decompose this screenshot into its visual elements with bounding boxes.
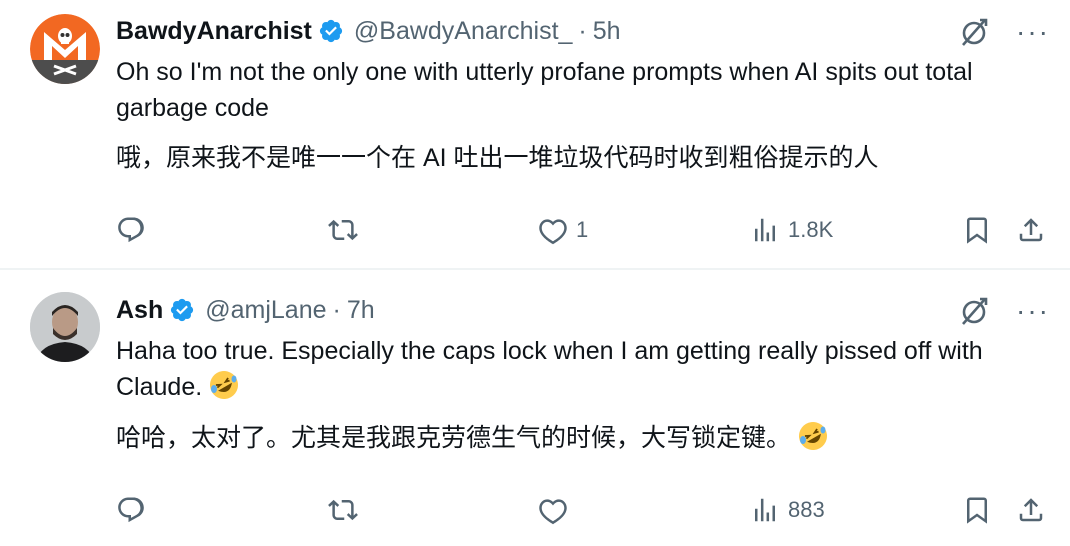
tweet-text: Oh so I'm not the only one with utterly … [116, 58, 973, 122]
retweet-button[interactable] [328, 210, 366, 250]
tweet-text-body: Haha too true. Especially the caps lock … [116, 337, 983, 401]
grok-icon[interactable] [958, 295, 990, 327]
handle[interactable]: @BawdyAnarchist_ [354, 17, 573, 46]
rolling-on-floor-laughing-emoji-icon [208, 369, 240, 401]
timestamp[interactable]: 5h [593, 17, 621, 46]
like-icon [539, 499, 567, 525]
reply-button[interactable] [116, 490, 154, 530]
like-icon [539, 219, 567, 245]
separator: · [332, 295, 341, 324]
tweet-header: Ash @amjLane · 7h [116, 293, 375, 327]
bookmark-button[interactable] [962, 210, 992, 250]
view-count: 883 [788, 497, 825, 522]
share-button[interactable] [1016, 490, 1046, 530]
views-icon [755, 498, 775, 522]
tweet-translation: 哈哈，太对了。尤其是我跟克劳德生气的时候，大写锁定键。 [116, 420, 1036, 456]
bookmark-icon [967, 217, 987, 244]
bookmark-button[interactable] [962, 490, 992, 530]
verified-badge-icon [169, 297, 195, 323]
rolling-on-floor-laughing-emoji-icon [797, 420, 829, 452]
avatar[interactable] [30, 292, 100, 362]
tweet[interactable]: Ash @amjLane · 7h ··· Haha too true. Esp… [0, 270, 1070, 546]
grok-icon[interactable] [958, 16, 990, 48]
tweet-text: Haha too true. Especially the caps lock … [116, 333, 1036, 405]
share-button[interactable] [1016, 210, 1046, 250]
more-icon[interactable]: ··· [1016, 297, 1050, 325]
timestamp[interactable]: 7h [347, 296, 375, 325]
view-count: 1.8K [788, 217, 834, 242]
retweet-button[interactable] [328, 490, 366, 530]
share-icon [1019, 498, 1043, 522]
tweet-translation-body: 哈哈，太对了。尤其是我跟克劳德生气的时候，大写锁定键。 [116, 424, 792, 452]
separator: · [578, 16, 587, 45]
reply-icon [118, 497, 144, 523]
display-name[interactable]: Ash [116, 296, 163, 325]
action-bar: 1 1.8K [116, 210, 1050, 250]
share-icon [1019, 218, 1043, 242]
retweet-icon [328, 499, 358, 521]
like-button[interactable]: 1 [538, 210, 588, 250]
views-button[interactable]: 883 [750, 490, 825, 530]
views-button[interactable]: 1.8K [750, 210, 833, 250]
tweet-translation: 哦，原来我不是唯一一个在 AI 吐出一堆垃圾代码时收到粗俗提示的人 [116, 144, 879, 172]
display-name[interactable]: BawdyAnarchist [116, 17, 312, 46]
profile-photo-icon [30, 292, 100, 362]
views-icon [755, 218, 775, 242]
handle[interactable]: @amjLane [205, 296, 326, 325]
action-bar: 883 [116, 490, 1050, 530]
like-count: 1 [576, 217, 589, 242]
retweet-icon [328, 219, 358, 241]
tweet[interactable]: BawdyAnarchist @BawdyAnarchist_ · 5h ···… [0, 0, 1070, 268]
top-actions: ··· [958, 15, 1050, 49]
bookmark-icon [967, 497, 987, 524]
like-button[interactable] [538, 490, 576, 530]
skull-logo-icon [30, 14, 100, 84]
reply-icon [118, 217, 144, 243]
avatar[interactable] [30, 14, 100, 84]
top-actions: ··· [958, 294, 1050, 328]
verified-badge-icon [318, 18, 344, 44]
reply-button[interactable] [116, 210, 154, 250]
more-icon[interactable]: ··· [1016, 18, 1050, 46]
tweet-header: BawdyAnarchist @BawdyAnarchist_ · 5h [116, 14, 621, 48]
